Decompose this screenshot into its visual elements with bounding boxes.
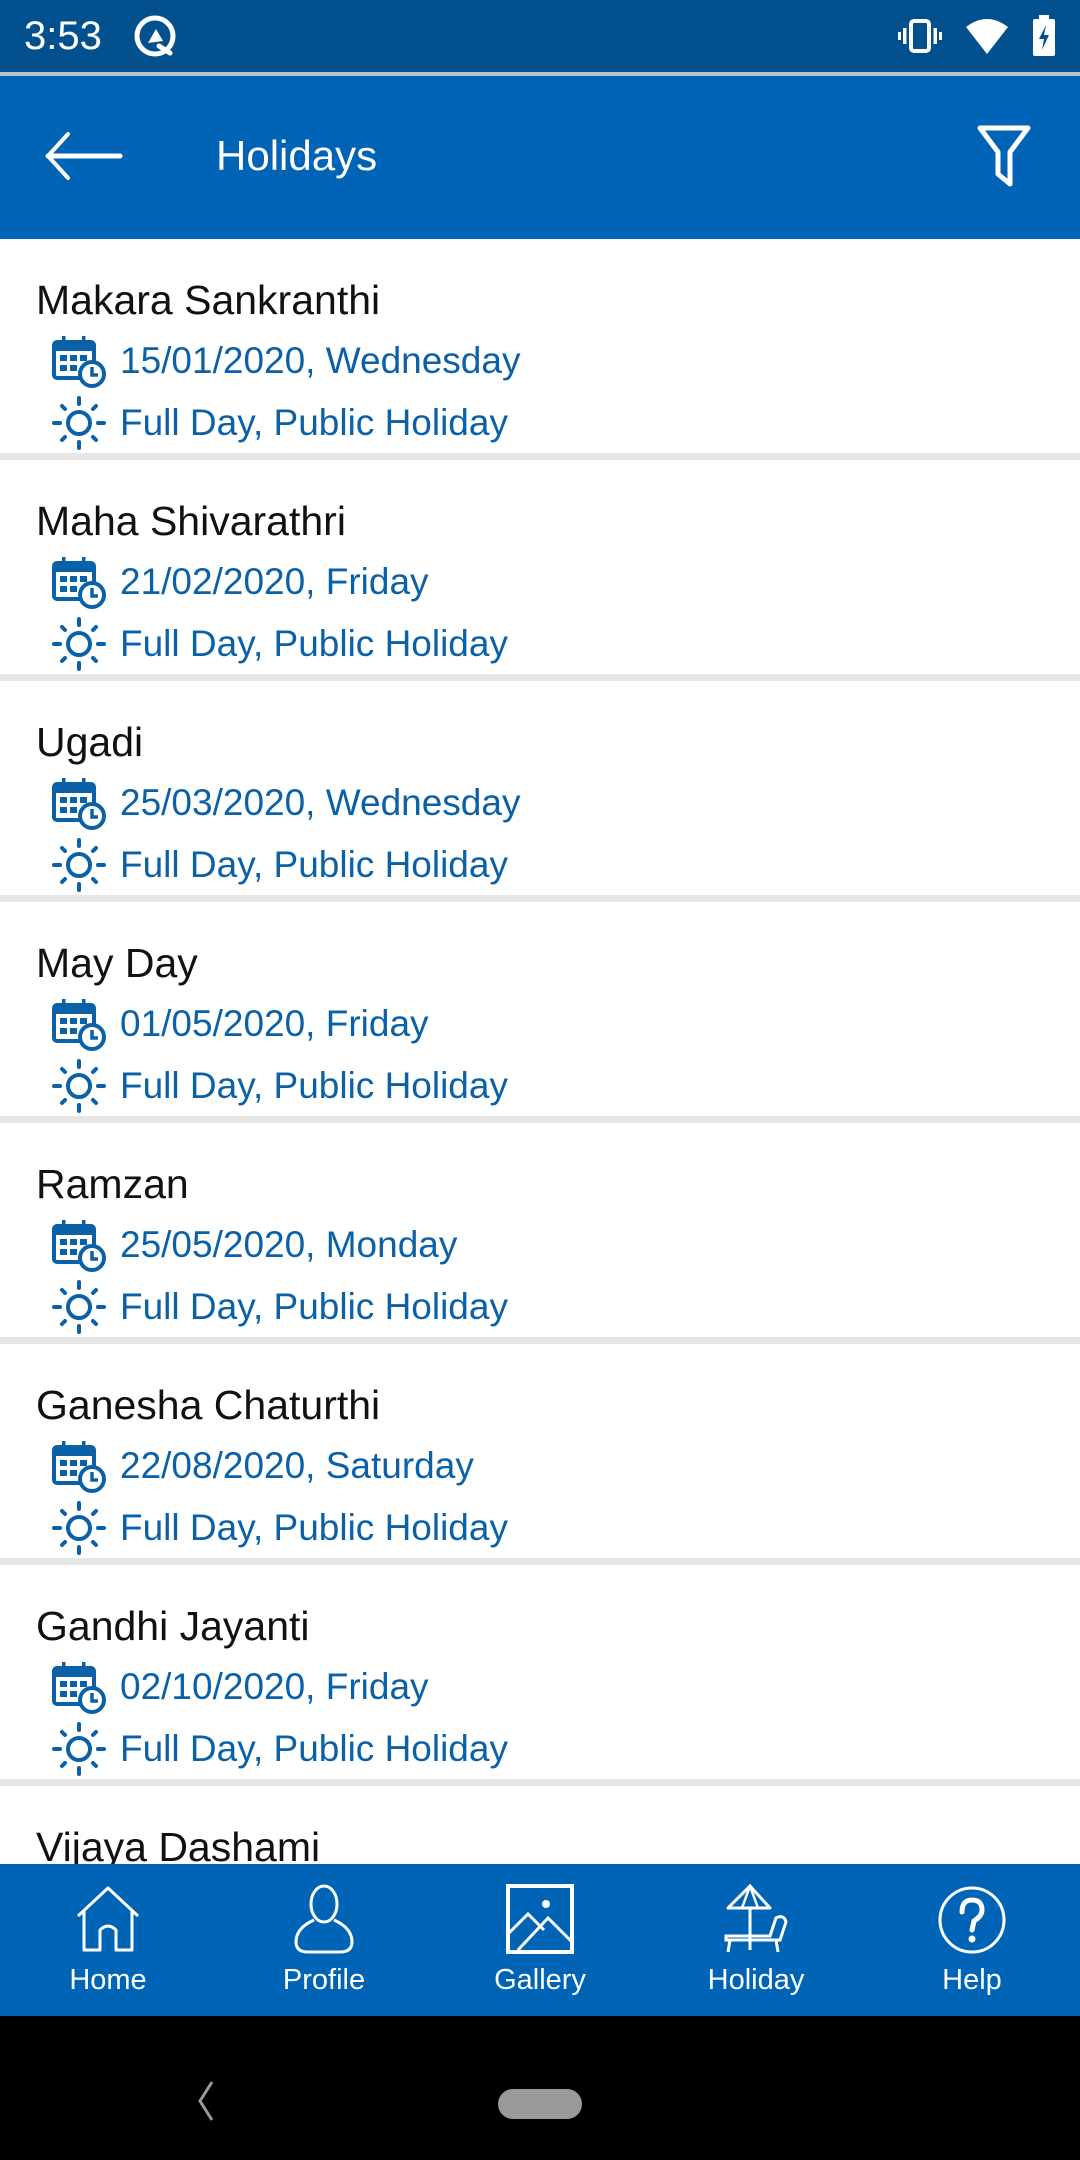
back-button[interactable]	[44, 126, 124, 186]
holiday-name: Makara Sankranthi	[36, 277, 381, 323]
holiday-type: Full Day, Public Holiday	[120, 1728, 508, 1769]
holiday-list-item[interactable]: Ganesha Chaturthi 22/08/2020, Saturday F…	[0, 1344, 1080, 1565]
holiday-type: Full Day, Public Holiday	[120, 1286, 508, 1327]
calendar-clock-icon	[52, 999, 106, 1051]
home-icon	[76, 1886, 140, 1952]
nav-help-label: Help	[942, 1964, 1002, 1996]
holiday-type-row: Full Day, Public Holiday	[52, 396, 508, 450]
holiday-name: Ganesha Chaturthi	[36, 1382, 381, 1428]
calendar-clock-icon	[52, 1662, 106, 1714]
nav-profile[interactable]: Profile	[216, 1864, 432, 2016]
holiday-date: 01/05/2020, Friday	[120, 1003, 429, 1044]
battery-charging-icon	[1033, 15, 1055, 56]
help-icon	[938, 1886, 1006, 1954]
holiday-list-item[interactable]: Makara Sankranthi 15/01/2020, Wednesday	[0, 239, 1080, 460]
sun-icon	[52, 617, 106, 671]
wifi-icon	[966, 19, 1008, 54]
filter-icon[interactable]	[976, 124, 1032, 188]
system-back-icon[interactable]	[190, 2076, 220, 2126]
holiday-type-row: Full Day, Public Holiday	[52, 1059, 508, 1113]
nav-help[interactable]: Help	[864, 1864, 1080, 2016]
nav-profile-label: Profile	[282, 1964, 366, 1996]
holiday-type: Full Day, Public Holiday	[120, 1065, 508, 1106]
status-bar: 3:53	[0, 0, 1080, 72]
holiday-name: Gandhi Jayanti	[36, 1603, 310, 1649]
holiday-date-row: 25/05/2020, Monday	[52, 1218, 457, 1272]
calendar-clock-icon	[52, 336, 106, 388]
holiday-name: Maha Shivarathri	[36, 498, 346, 544]
profile-icon	[294, 1884, 354, 1954]
holiday-date: 25/05/2020, Monday	[120, 1224, 458, 1265]
gallery-icon	[506, 1884, 574, 1954]
nav-holiday[interactable]: Holiday	[648, 1864, 864, 2016]
calendar-clock-icon	[52, 1220, 106, 1272]
holiday-list-item[interactable]: Ramzan 25/05/2020, Monday Full Day, Publ…	[0, 1123, 1080, 1344]
holiday-date-row: 15/01/2020, Wednesday	[52, 334, 520, 388]
holiday-date-row: 25/03/2020, Wednesday	[52, 776, 520, 830]
holiday-date-row: 21/02/2020, Friday	[52, 555, 429, 609]
holiday-type: Full Day, Public Holiday	[120, 402, 508, 443]
app-notification-icon	[134, 15, 176, 57]
holiday-type-row: Full Day, Public Holiday	[52, 838, 508, 892]
holiday-list-item[interactable]: Maha Shivarathri 21/02/2020, Friday Full…	[0, 460, 1080, 681]
holiday-list-item[interactable]: Gandhi Jayanti 02/10/2020, Friday Full D…	[0, 1565, 1080, 1786]
system-home-pill[interactable]	[498, 2089, 582, 2119]
calendar-clock-icon	[52, 1441, 106, 1493]
holiday-name: Ugadi	[36, 719, 144, 765]
holiday-type-row: Full Day, Public Holiday	[52, 1280, 508, 1334]
holiday-date-row: 02/10/2020, Friday	[52, 1660, 429, 1714]
holiday-type-row: Full Day, Public Holiday	[52, 1501, 508, 1555]
sun-icon	[52, 1722, 106, 1776]
holiday-type-row: Full Day, Public Holiday	[52, 1722, 508, 1776]
calendar-clock-icon	[52, 778, 106, 830]
sun-icon	[52, 1059, 106, 1113]
nav-holiday-label: Holiday	[707, 1964, 805, 1996]
holiday-date: 02/10/2020, Friday	[120, 1666, 429, 1707]
app-bar: Holidays	[0, 76, 1080, 239]
vibrate-icon	[898, 19, 942, 53]
holiday-list-item[interactable]: Ugadi 25/03/2020, Wednesday Full Day, Pu…	[0, 681, 1080, 902]
holiday-type-row: Full Day, Public Holiday	[52, 617, 508, 671]
nav-home-label: Home	[69, 1964, 147, 1996]
nav-home[interactable]: Home	[0, 1864, 216, 2016]
nav-gallery[interactable]: Gallery	[432, 1864, 648, 2016]
beach-chair-icon	[724, 1884, 788, 1953]
holiday-date: 25/03/2020, Wednesday	[120, 782, 521, 823]
holiday-name: Vijaya Dashami	[36, 1824, 321, 1864]
holiday-name: May Day	[36, 940, 198, 986]
holiday-date: 15/01/2020, Wednesday	[120, 340, 521, 381]
holiday-type: Full Day, Public Holiday	[120, 623, 508, 664]
calendar-clock-icon	[52, 557, 106, 609]
holiday-date-row: 01/05/2020, Friday	[52, 997, 429, 1051]
sun-icon	[52, 1280, 106, 1334]
sun-icon	[52, 396, 106, 450]
holiday-date: 21/02/2020, Friday	[120, 561, 429, 602]
holiday-type: Full Day, Public Holiday	[120, 1507, 508, 1548]
holiday-date-row: 22/08/2020, Saturday	[52, 1439, 474, 1493]
holiday-date: 22/08/2020, Saturday	[120, 1445, 474, 1486]
nav-gallery-label: Gallery	[494, 1964, 586, 1996]
sun-icon	[52, 1501, 106, 1555]
sun-icon	[52, 838, 106, 892]
holiday-list[interactable]: Makara Sankranthi 15/01/2020, Wednesday	[0, 239, 1080, 1864]
holiday-list-item[interactable]: May Day 01/05/2020, Friday Full Day, Pub…	[0, 902, 1080, 1123]
page-title: Holidays	[216, 132, 378, 179]
holiday-list-item[interactable]: Vijaya Dashami	[0, 1786, 1080, 1864]
bottom-navigation: Home Profile Gallery Holiday Help	[0, 1864, 1080, 2016]
status-time: 3:53	[24, 13, 102, 58]
system-navigation-bar	[0, 2016, 1080, 2160]
holiday-name: Ramzan	[36, 1161, 189, 1207]
holiday-type: Full Day, Public Holiday	[120, 844, 508, 885]
